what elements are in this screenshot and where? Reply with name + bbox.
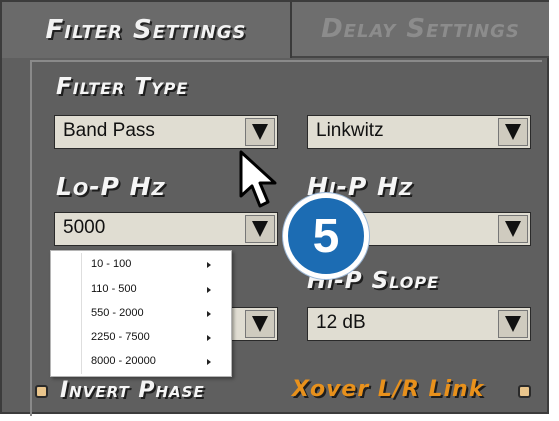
- triangle-down-icon: [505, 221, 521, 237]
- menu-item-label: 550 - 2000: [91, 307, 144, 319]
- tab-delay-settings-label: Delay Settings: [321, 14, 520, 44]
- hi-p-dropdown-button[interactable]: [498, 215, 528, 243]
- chevron-right-icon: [207, 335, 211, 341]
- xover-link-checkbox[interactable]: [518, 385, 531, 398]
- chevron-right-icon: [207, 359, 211, 365]
- filter-type-label: Filter Type: [56, 74, 189, 100]
- triangle-down-icon: [252, 124, 268, 140]
- triangle-down-icon: [252, 316, 268, 332]
- filter-alignment-select[interactable]: Linkwitz: [307, 115, 531, 149]
- triangle-down-icon: [505, 124, 521, 140]
- tab-filter-settings-label: Filter Settings: [45, 15, 247, 45]
- menu-item-label: 110 - 500: [91, 283, 137, 295]
- lo-p-frequency-select[interactable]: 5000: [54, 212, 278, 246]
- lo-p-frequency-value: 5000: [63, 217, 106, 238]
- menu-item-550-2000[interactable]: 550 - 2000: [51, 302, 231, 327]
- menu-item-10-100[interactable]: 10 - 100: [51, 253, 231, 278]
- triangle-down-icon: [505, 316, 521, 332]
- invert-phase-checkbox[interactable]: [35, 385, 48, 398]
- chevron-right-icon: [207, 262, 211, 268]
- filter-type-value: Band Pass: [63, 120, 155, 141]
- tab-filter-settings[interactable]: Filter Settings: [2, 2, 292, 58]
- filter-type-dropdown-button[interactable]: [245, 118, 275, 146]
- menu-item-label: 2250 - 7500: [91, 331, 150, 343]
- lo-p-dropdown-button[interactable]: [245, 215, 275, 243]
- menu-item-label: 10 - 100: [91, 258, 132, 270]
- lo-p-hz-label: Lo-P Hz: [56, 172, 166, 201]
- tab-delay-settings[interactable]: Delay Settings: [292, 2, 549, 58]
- mouse-pointer-icon: [239, 150, 277, 208]
- menu-item-2250-7500[interactable]: 2250 - 7500: [51, 326, 231, 351]
- menu-item-label: 8000 - 20000: [91, 355, 156, 367]
- step-number: 5: [312, 209, 340, 263]
- triangle-down-icon: [252, 221, 268, 237]
- filter-alignment-dropdown-button[interactable]: [498, 118, 528, 146]
- menu-item-8000-20000[interactable]: 8000 - 20000: [51, 350, 231, 375]
- frequency-range-menu: 10 - 100 110 - 500 550 - 2000 2250 - 750…: [50, 250, 232, 377]
- invert-phase-label: Invert Phase: [60, 378, 205, 403]
- step-number-badge: 5: [283, 193, 369, 279]
- filter-alignment-value: Linkwitz: [316, 120, 384, 141]
- xover-link-label: Xover L/R Link: [292, 377, 485, 402]
- chevron-right-icon: [207, 311, 211, 317]
- chevron-right-icon: [207, 287, 211, 293]
- lo-p-slope-dropdown-button[interactable]: [245, 310, 275, 338]
- hi-p-slope-dropdown-button[interactable]: [498, 310, 528, 338]
- menu-item-110-500[interactable]: 110 - 500: [51, 278, 231, 303]
- filter-type-select[interactable]: Band Pass: [54, 115, 278, 149]
- hi-p-slope-value: 12 dB: [316, 312, 366, 333]
- hi-p-slope-select[interactable]: 12 dB: [307, 307, 531, 341]
